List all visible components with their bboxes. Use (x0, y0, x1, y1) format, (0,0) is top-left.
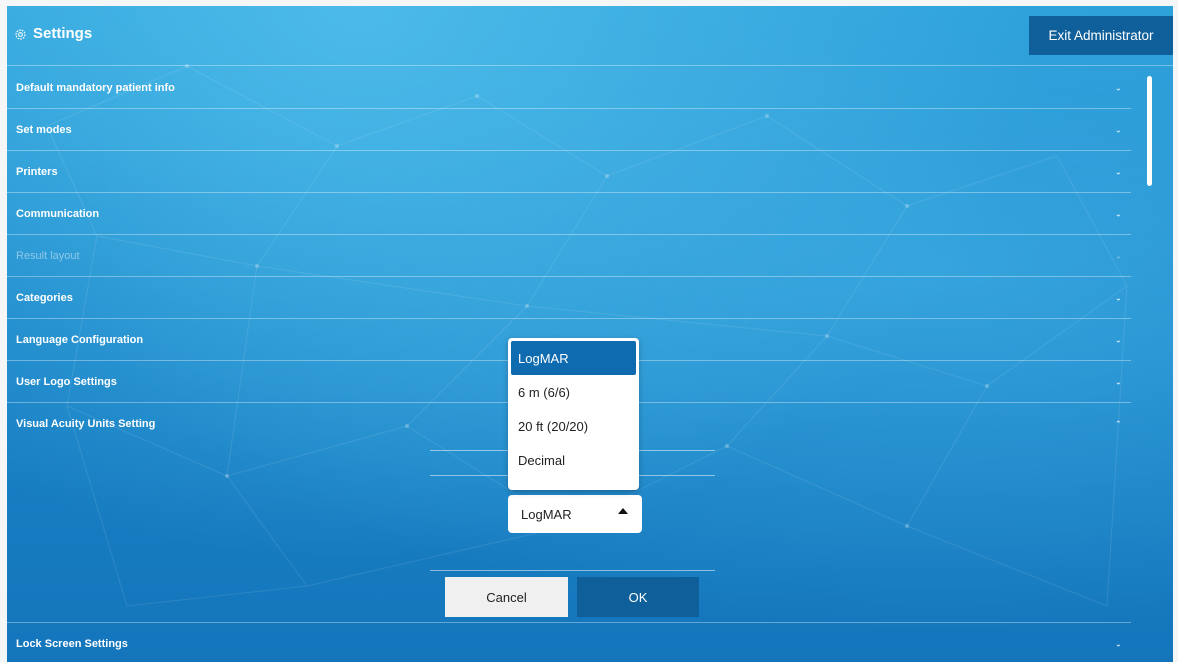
ok-button[interactable]: OK (577, 577, 699, 617)
section-result-layout: Result layout ⌄ (7, 235, 1131, 277)
gear-icon (15, 29, 26, 40)
visual-acuity-unit-dropdown: LogMAR 6 m (6/6) 20 ft (20/20) Decimal (508, 338, 639, 490)
section-lock-screen-settings[interactable]: Lock Screen Settings ⌄ (7, 623, 1131, 662)
chevron-down-icon: ⌄ (1115, 251, 1122, 260)
section-label: Set modes (16, 123, 72, 136)
section-label: User Logo Settings (16, 375, 117, 388)
settings-window: Settings Exit Administrator Default mand… (7, 6, 1173, 662)
visual-acuity-unit-select[interactable]: LogMAR (508, 495, 642, 533)
exit-administrator-button[interactable]: Exit Administrator (1029, 16, 1173, 55)
cancel-button[interactable]: Cancel (445, 577, 568, 617)
option-logmar[interactable]: LogMAR (511, 341, 636, 375)
option-6m[interactable]: 6 m (6/6) (511, 375, 636, 409)
chevron-down-icon: ⌄ (1115, 639, 1122, 649)
chevron-down-icon: ⌄ (1115, 377, 1122, 386)
section-label: Categories (16, 291, 73, 304)
section-categories[interactable]: Categories ⌄ (7, 277, 1131, 319)
section-default-mandatory-patient-info[interactable]: Default mandatory patient info ⌄ (7, 67, 1131, 109)
chevron-down-icon: ⌄ (1115, 167, 1122, 176)
settings-header: Settings Exit Administrator (7, 6, 1173, 66)
section-label: Visual Acuity Units Setting (16, 418, 156, 430)
option-20ft[interactable]: 20 ft (20/20) (511, 409, 636, 443)
selected-value: LogMAR (521, 506, 572, 522)
chevron-up-icon: ⌃ (1115, 419, 1122, 429)
chevron-down-icon: ⌄ (1115, 83, 1122, 92)
chevron-down-icon: ⌄ (1115, 335, 1122, 344)
section-label: Language Configuration (16, 333, 144, 346)
divider (430, 570, 715, 571)
chevron-down-icon: ⌄ (1115, 293, 1122, 302)
section-label: Communication (16, 207, 100, 220)
page-title: Settings (33, 25, 93, 42)
caret-up-icon (618, 508, 628, 514)
section-label: Result layout (16, 249, 80, 262)
section-label: Default mandatory patient info (16, 81, 175, 94)
section-printers[interactable]: Printers ⌄ (7, 151, 1131, 193)
section-communication[interactable]: Communication ⌄ (7, 193, 1131, 235)
chevron-down-icon: ⌄ (1115, 125, 1122, 134)
section-label: Lock Screen Settings (16, 638, 128, 650)
section-label: Printers (16, 165, 58, 178)
scrollbar-thumb[interactable] (1147, 76, 1152, 186)
chevron-down-icon: ⌄ (1115, 209, 1122, 218)
option-decimal[interactable]: Decimal (511, 443, 636, 477)
section-set-modes[interactable]: Set modes ⌄ (7, 109, 1131, 151)
